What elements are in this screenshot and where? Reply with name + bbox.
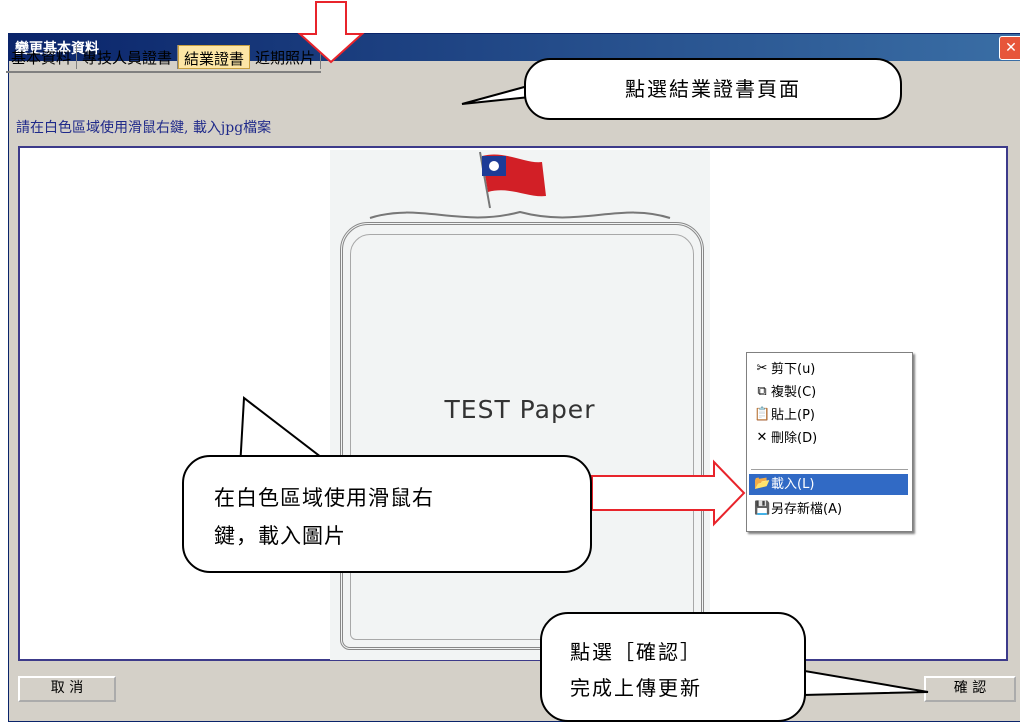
callout-confirm: 點選［確認］ 完成上傳更新 [540,612,806,722]
callout-text: 在白色區域使用滑鼠右 [214,486,434,510]
callout-text: 點選結業證書頁面 [625,77,801,101]
callout-text: 點選［確認］ [570,640,702,664]
callout-text: 鍵，載入圖片 [214,524,346,548]
down-arrow-icon [297,1,365,64]
callout-right-click: 在白色區域使用滑鼠右 鍵，載入圖片 [182,455,592,573]
callout-select-tab: 點選結業證書頁面 [524,58,902,120]
callout-text: 完成上傳更新 [570,676,702,700]
right-arrow-icon [591,459,746,527]
